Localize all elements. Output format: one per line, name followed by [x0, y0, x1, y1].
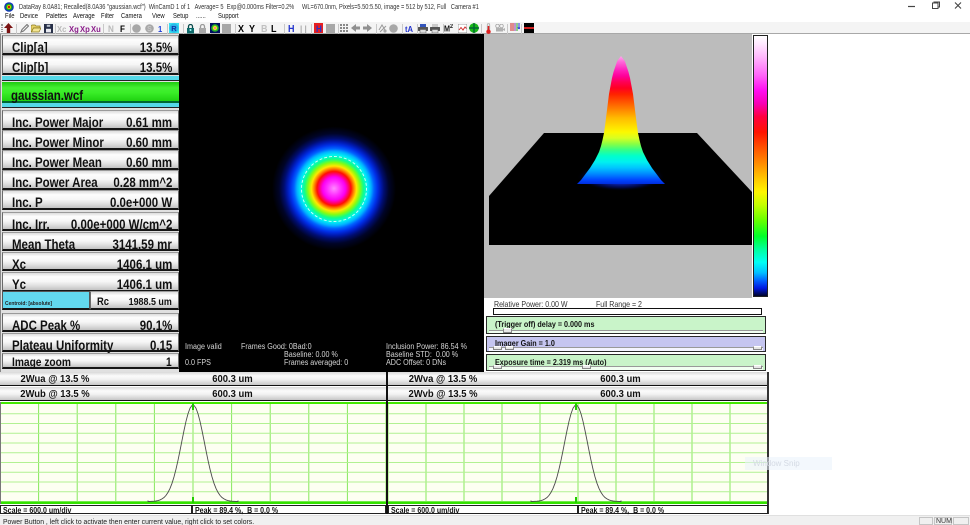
svg-text:S: S [147, 26, 152, 33]
svg-text:R: R [171, 24, 177, 33]
